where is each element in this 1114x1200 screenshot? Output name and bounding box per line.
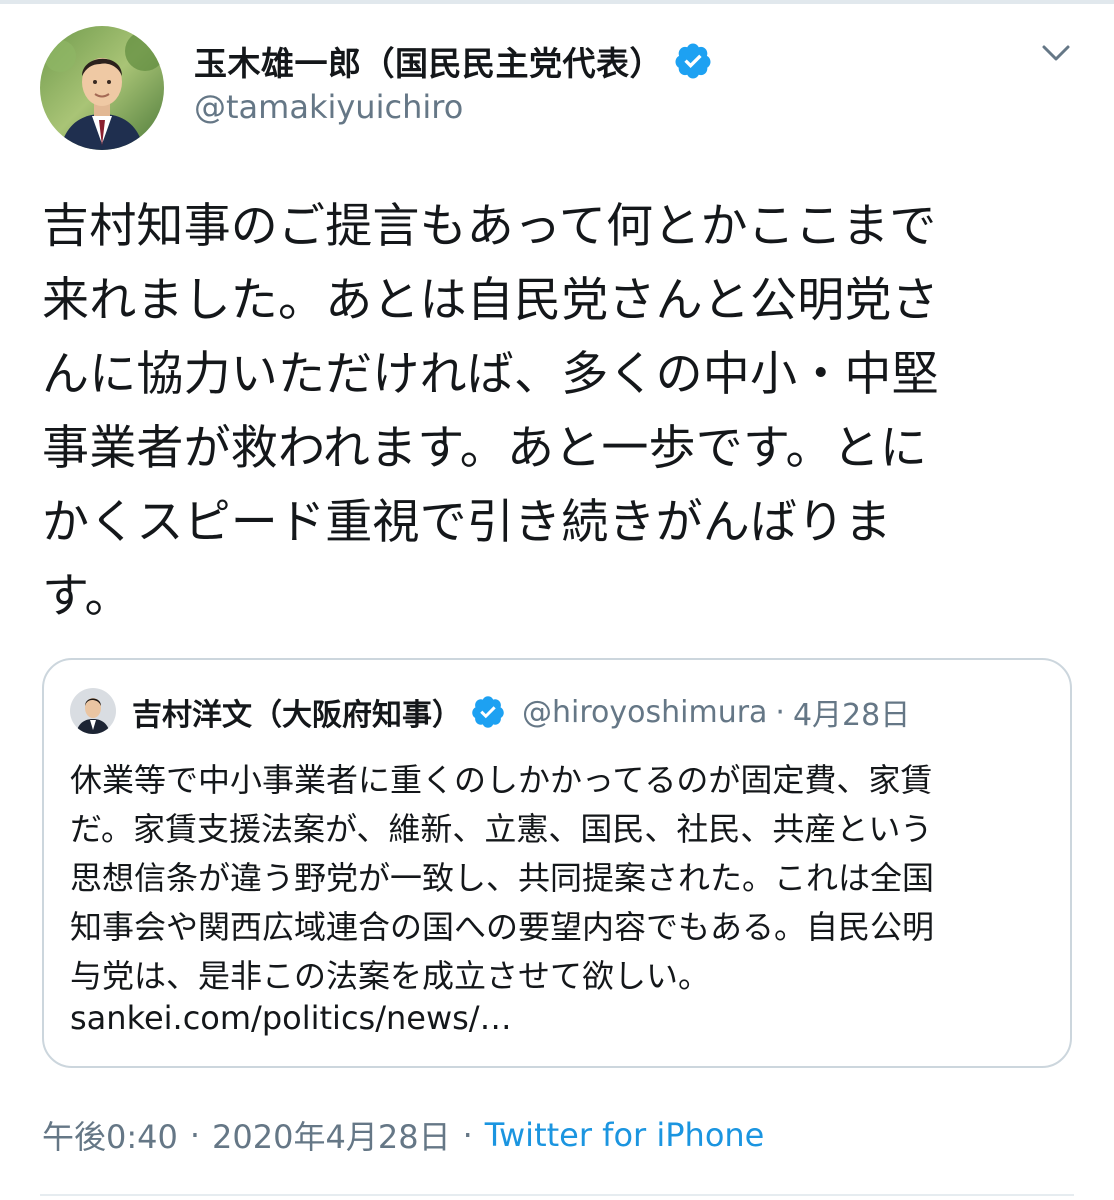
tweet-text-line: かくスピード重視で引き続きがんばりま	[42, 495, 892, 550]
verified-badge-icon	[673, 41, 713, 81]
quoted-author-avatar	[70, 688, 116, 734]
quoted-author-handle: @hiroyoshimura	[522, 694, 768, 730]
author-avatar-image	[40, 26, 164, 150]
tweet-date[interactable]: 2020年4月28日	[212, 1112, 451, 1158]
quoted-tweet-header: 吉村洋文（大阪府知事） @hiroyoshimura · 4月28日	[132, 686, 910, 738]
dot-separator: ·	[462, 1116, 473, 1154]
quoted-tweet-date: 4月28日	[792, 698, 911, 733]
quoted-text-line: 休業等で中小事業者に重くのしかかってるのが固定費、家賃	[70, 761, 933, 799]
tweet-text-line: 事業者が救われます。あと一歩です。とに	[42, 421, 928, 476]
verified-badge-icon	[470, 694, 506, 730]
quoted-text-line: 思想信条が違う野党が一致し、共同提案された。これは全国	[70, 859, 935, 897]
quoted-author-name: 吉村洋文（大阪府知事）	[132, 698, 462, 733]
bottom-divider	[40, 1194, 1074, 1196]
tweet-text-line: 来れました。あとは自民党さんと公明党さ	[42, 273, 939, 328]
quoted-text-line: 知事会や関西広域連合の国への要望内容でもある。自民公明	[70, 908, 935, 946]
tweet-meta: 午後0:40 · 2020年4月28日 · Twitter for iPhone	[42, 1112, 764, 1158]
tweet-text-line: す。	[42, 569, 132, 624]
author-name-row[interactable]: 玉木雄一郎（国民民主党代表）	[194, 38, 713, 84]
quoted-tweet-card[interactable]: 吉村洋文（大阪府知事） @hiroyoshimura · 4月28日 休業等で中…	[42, 658, 1072, 1068]
quoted-text-line: だ。家賃支援法案が、維新、立憲、国民、社民、共産という	[70, 810, 933, 848]
quoted-text-line: 与党は、是非この法案を成立させて欲しい。	[70, 957, 711, 995]
tweet-text-line: んに協力いただければ、多くの中小・中堅	[42, 347, 939, 402]
tweet-time[interactable]: 午後0:40	[42, 1112, 178, 1158]
author-avatar[interactable]	[40, 26, 164, 150]
chevron-down-icon[interactable]	[1036, 38, 1076, 68]
top-divider	[0, 0, 1114, 4]
author-display-name[interactable]: 玉木雄一郎（国民民主党代表）	[194, 37, 663, 85]
tweet-text-line: 吉村知事のご提言もあって何とかここまで	[42, 199, 937, 254]
dot-separator: ·	[189, 1116, 201, 1154]
dot-separator: ·	[775, 694, 785, 730]
quoted-tweet-link[interactable]: sankei.com/politics/news/…	[70, 999, 512, 1037]
quoted-tweet-text: 休業等で中小事業者に重くのしかかってるのが固定費、家賃 だ。家賃支援法案が、維新…	[70, 756, 1060, 1001]
tweet-text: 吉村知事のご提言もあって何とかここまで 来れました。あとは自民党さんと公明党さ …	[42, 190, 1078, 634]
tweet-source-link[interactable]: Twitter for iPhone	[485, 1116, 765, 1154]
author-handle[interactable]: @tamakiyuichiro	[194, 88, 463, 126]
